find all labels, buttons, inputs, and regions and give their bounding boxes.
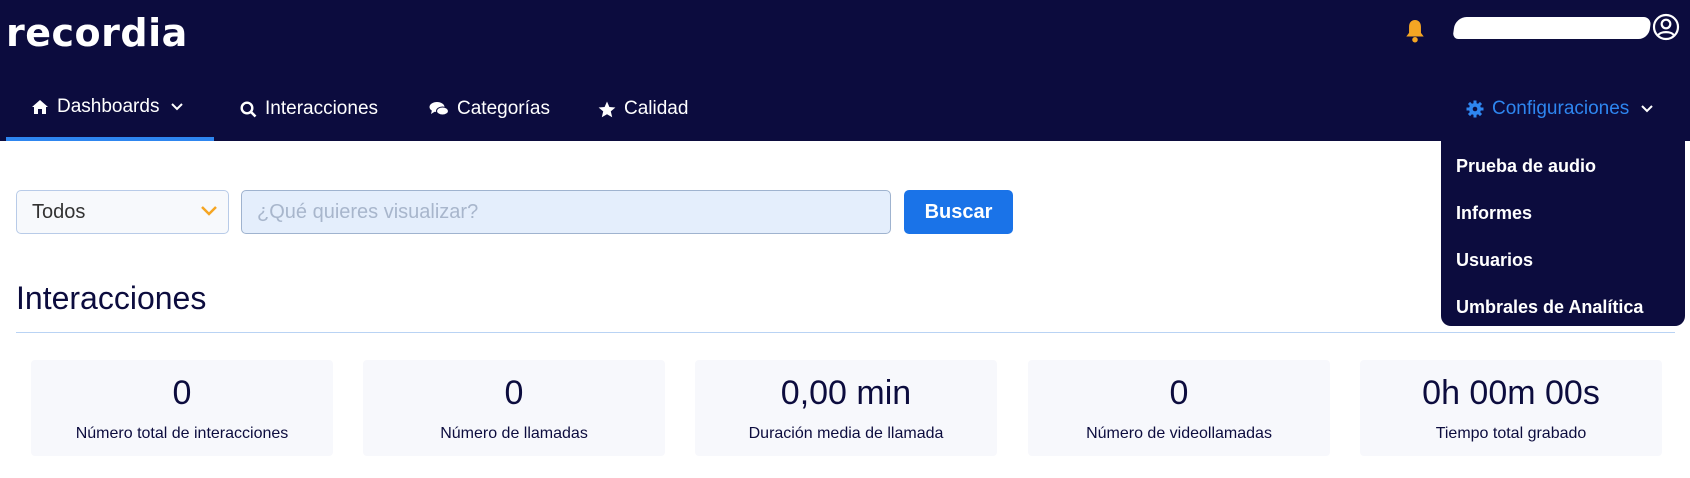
section-divider xyxy=(16,332,1675,333)
stat-value: 0 xyxy=(172,374,192,412)
stat-label: Tiempo total grabado xyxy=(1435,425,1587,442)
search-button[interactable]: Buscar xyxy=(904,190,1013,234)
filter-selected-value: Todos xyxy=(32,200,86,223)
nav-label-configuraciones: Configuraciones xyxy=(1492,98,1630,119)
stat-value: 0h 00m 00s xyxy=(1422,374,1600,412)
bell-icon[interactable] xyxy=(1404,18,1426,44)
filter-select[interactable]: Todos xyxy=(16,190,229,234)
chevron-down-icon xyxy=(171,103,184,111)
user-name-redacted xyxy=(1452,17,1652,39)
gear-icon xyxy=(1466,100,1484,118)
nav-item-interacciones[interactable]: Interacciones xyxy=(240,77,378,141)
nav-item-configuraciones[interactable]: Configuraciones xyxy=(1466,77,1654,141)
menu-item-usuarios[interactable]: Usuarios xyxy=(1441,237,1685,284)
nav-label-categorias: Categorías xyxy=(457,98,550,119)
main-nav: Dashboards Interacciones Categorías Cali… xyxy=(0,77,1690,141)
nav-label-calidad: Calidad xyxy=(624,98,689,119)
stat-label: Número de llamadas xyxy=(440,425,588,442)
chat-icon xyxy=(429,102,449,116)
stat-label: Número de videollamadas xyxy=(1086,425,1272,442)
home-icon xyxy=(32,100,48,114)
stat-value: 0 xyxy=(504,374,524,412)
nav-label-interacciones: Interacciones xyxy=(265,98,379,119)
app-logo[interactable]: recordia xyxy=(6,8,188,58)
menu-item-umbrales-de-analitica[interactable]: Umbrales de Analítica xyxy=(1441,284,1685,331)
menu-item-prueba-de-audio[interactable]: Prueba de audio xyxy=(1441,143,1685,190)
section-title: Interacciones xyxy=(16,280,207,316)
search-icon xyxy=(240,100,257,117)
stat-card-total-interactions: 0 Número total de interacciones xyxy=(31,360,333,456)
nav-item-dashboards[interactable]: Dashboards xyxy=(6,77,214,141)
chevron-down-icon xyxy=(1641,105,1654,113)
top-header: recordia Dashboards Interacciones Catego… xyxy=(0,0,1690,141)
logo-text: recordia xyxy=(6,11,188,55)
stat-label: Número total de interacciones xyxy=(75,425,289,442)
search-input[interactable] xyxy=(241,190,891,234)
stat-card-total-recorded-time: 0h 00m 00s Tiempo total grabado xyxy=(1360,360,1662,456)
stat-card-average-duration: 0,00 min Duración media de llamada xyxy=(695,360,997,456)
stat-value: 0,00 min xyxy=(780,374,912,412)
user-circle-icon[interactable] xyxy=(1652,13,1680,41)
stat-label: Duración media de llamada xyxy=(748,425,944,442)
nav-item-calidad[interactable]: Calidad xyxy=(598,77,688,141)
stat-card-calls: 0 Número de llamadas xyxy=(363,360,665,456)
stat-card-videocalls: 0 Número de videollamadas xyxy=(1028,360,1330,456)
star-icon xyxy=(598,101,616,117)
chevron-down-icon xyxy=(201,206,217,216)
nav-label-dashboards: Dashboards xyxy=(57,96,160,117)
stat-value: 0 xyxy=(1169,374,1189,412)
config-dropdown-menu: Prueba de audio Informes Usuarios Umbral… xyxy=(1441,137,1685,326)
nav-item-categorias[interactable]: Categorías xyxy=(429,77,550,141)
menu-item-informes[interactable]: Informes xyxy=(1441,190,1685,237)
